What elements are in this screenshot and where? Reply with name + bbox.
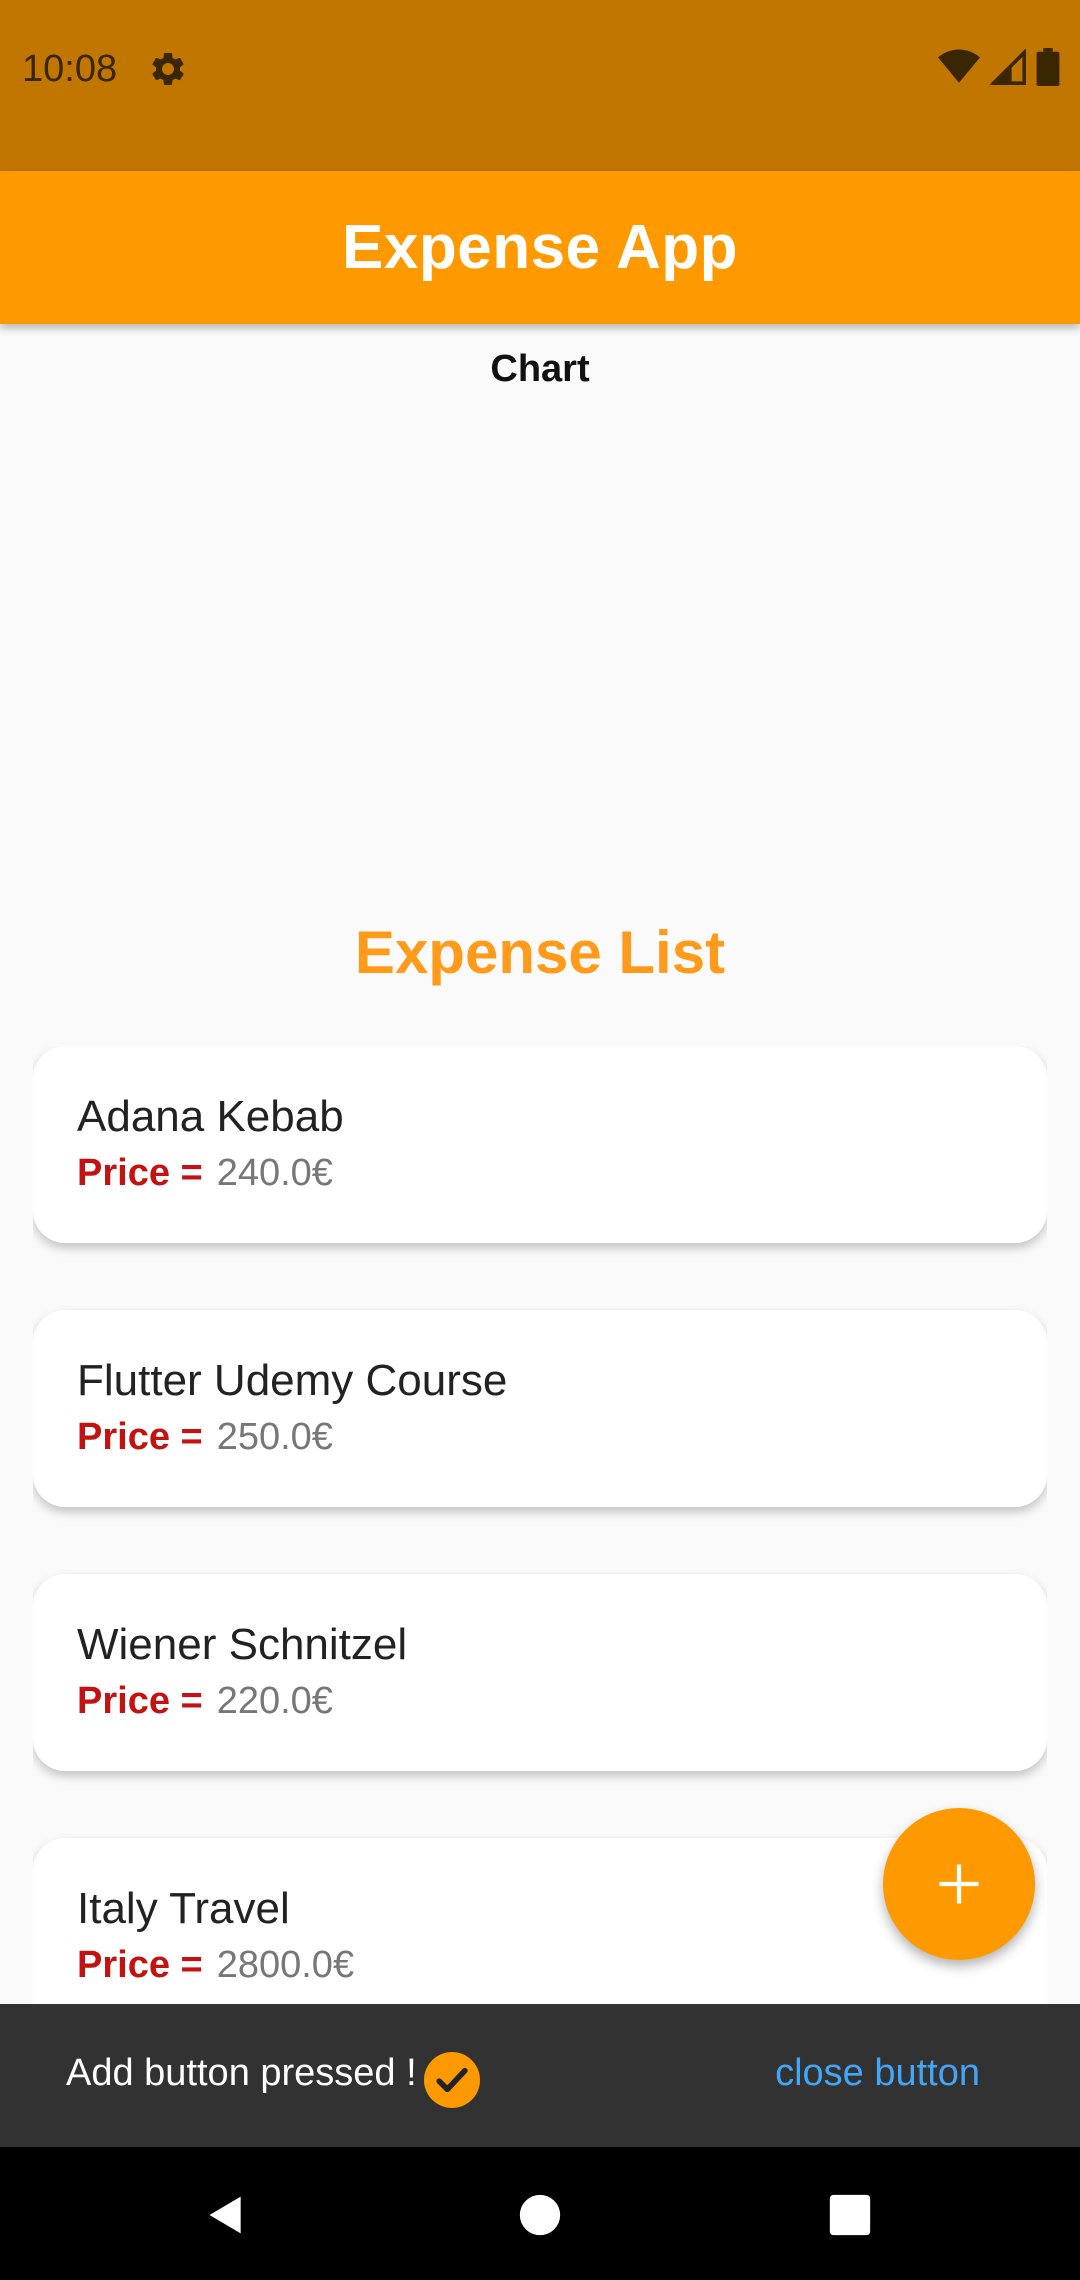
expense-card-adana-kebab[interactable]: Adana Kebab Price = 240.0€ — [33, 1046, 1047, 1243]
battery-icon — [1036, 48, 1060, 86]
plus-icon — [939, 1864, 979, 1904]
expense-name: Wiener Schnitzel — [77, 1620, 408, 1669]
signal-icon — [990, 49, 1026, 85]
navigation-bar — [0, 2147, 1080, 2280]
screen: 10:08 Expense App Chart Expense List Ada… — [0, 0, 1080, 2280]
expense-name: Adana Kebab — [77, 1092, 344, 1141]
price-label: Price = — [77, 1152, 203, 1194]
wifi-icon — [938, 49, 980, 83]
expense-card-flutter-udemy-course[interactable]: Flutter Udemy Course Price = 250.0€ — [33, 1310, 1047, 1507]
price-row: Price = 2800.0€ — [77, 1944, 354, 1987]
back-icon[interactable] — [204, 2193, 248, 2237]
status-icons — [938, 48, 1060, 86]
check-circle-icon — [424, 2052, 480, 2108]
add-expense-button[interactable] — [883, 1808, 1035, 1960]
price-label: Price = — [77, 1416, 203, 1458]
price-label: Price = — [77, 1944, 203, 1986]
price-row: Price = 220.0€ — [77, 1680, 333, 1723]
expense-name: Italy Travel — [77, 1884, 290, 1933]
status-bar: 10:08 — [0, 0, 1080, 171]
price-value: 240.0€ — [216, 1152, 333, 1194]
recents-icon[interactable] — [828, 2193, 872, 2237]
chart-label: Chart — [490, 348, 590, 390]
status-time: 10:08 — [22, 48, 118, 90]
gear-icon — [152, 52, 184, 85]
expense-name: Flutter Udemy Course — [77, 1356, 508, 1405]
price-row: Price = 250.0€ — [77, 1416, 333, 1459]
price-value: 250.0€ — [216, 1416, 333, 1458]
price-row: Price = 240.0€ — [77, 1152, 333, 1195]
price-value: 220.0€ — [216, 1680, 333, 1722]
expense-card-wiener-schnitzel[interactable]: Wiener Schnitzel Price = 220.0€ — [33, 1574, 1047, 1771]
snackbar-message: Add button pressed ! — [66, 2052, 417, 2094]
price-value: 2800.0€ — [216, 1944, 355, 1986]
price-label: Price = — [77, 1680, 203, 1722]
app-title: Expense App — [342, 213, 738, 282]
home-icon[interactable] — [518, 2193, 562, 2237]
app-bar: Expense App — [0, 171, 1080, 324]
expense-list-title: Expense List — [354, 919, 726, 986]
close-button[interactable]: close button — [775, 2052, 980, 2095]
snackbar: Add button pressed ! close button — [0, 2004, 1080, 2147]
